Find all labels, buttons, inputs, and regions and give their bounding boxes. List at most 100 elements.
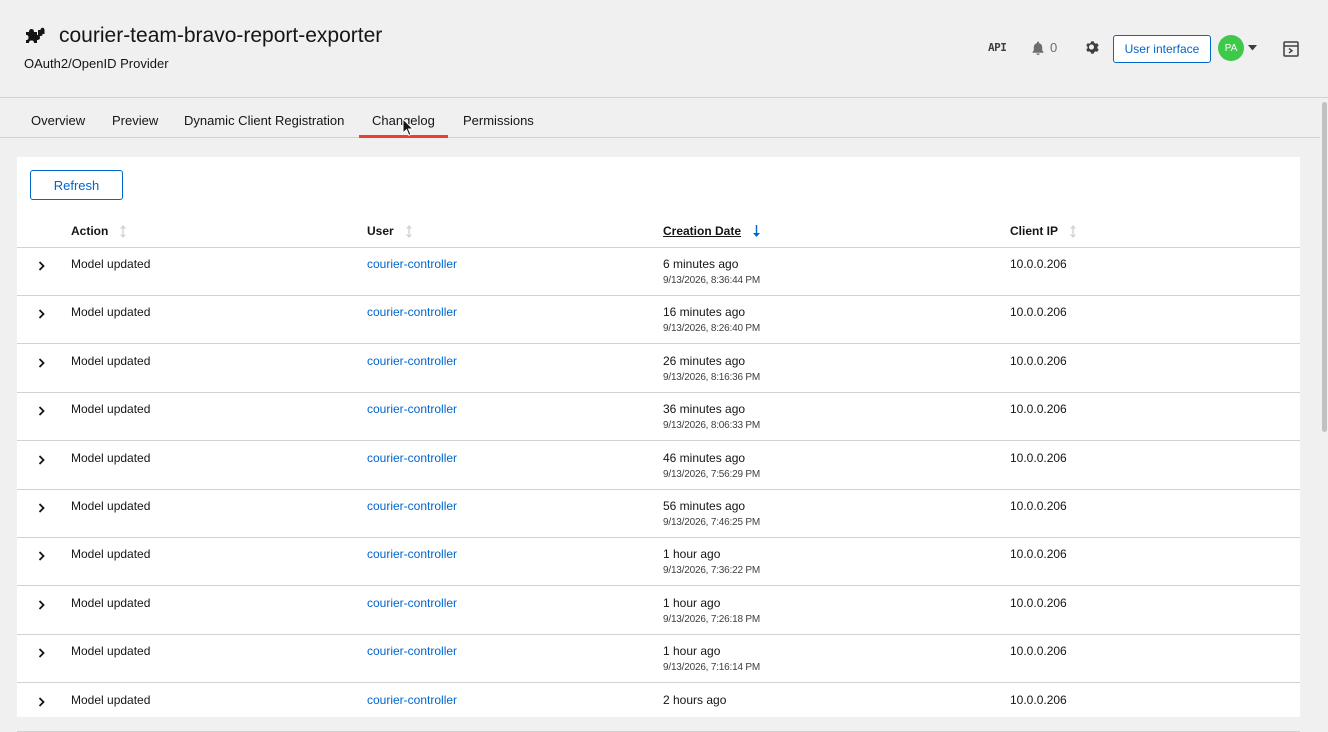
sort-descending-icon — [753, 225, 761, 237]
row-relative-time: 26 minutes ago — [663, 353, 746, 368]
sort-icon — [405, 224, 412, 238]
row-relative-time: 6 minutes ago — [663, 257, 739, 271]
row-action: Model updated — [71, 450, 151, 465]
column-header-label: User — [367, 224, 394, 238]
row-timestamp: 9/13/2026, 7:36:22 PM — [663, 565, 760, 577]
row-timestamp: 9/13/2026, 8:16:36 PM — [663, 371, 760, 383]
row-user-link[interactable]: courier-controller — [367, 451, 457, 465]
sort-icon — [120, 224, 127, 238]
chevron-right-icon[interactable] — [38, 261, 46, 271]
row-timestamp: 9/13/2026, 8:06:33 PM — [663, 420, 760, 432]
user-interface-button[interactable]: User interface — [1113, 35, 1211, 63]
mouse-cursor-icon — [402, 118, 414, 136]
row-client-ip: 10.0.0.206 — [1010, 257, 1067, 271]
user-menu-toggle[interactable]: PA — [1218, 35, 1257, 61]
table-row: Model updated courier-controller 56 minute… — [17, 490, 1300, 538]
page-subtitle: OAuth2/OpenID Provider — [24, 56, 169, 71]
table-row: Model updated courier-controller 6 minutes… — [17, 248, 1300, 296]
row-action: Model updated — [71, 353, 151, 368]
row-user-link[interactable]: courier-controller — [367, 305, 457, 319]
row-action: Model updated — [71, 547, 151, 562]
row-client-ip: 10.0.0.206 — [1010, 353, 1067, 368]
column-header-user[interactable]: User — [367, 224, 412, 238]
tab-preview[interactable]: Preview — [112, 98, 158, 138]
row-action: Model updated — [71, 692, 151, 707]
table-row: Model updated courier-controller 26 minute… — [17, 345, 1300, 393]
changelog-panel: Refresh Action User Creation Date Client… — [17, 157, 1300, 732]
table-row: Model updated courier-controller 36 minute… — [17, 393, 1300, 442]
sort-icon — [1070, 224, 1077, 238]
row-action: Model updated — [71, 402, 151, 417]
row-action: Model updated — [71, 499, 151, 513]
row-action: Model updated — [71, 305, 151, 320]
api-icon[interactable]: API — [988, 41, 1007, 54]
row-action: Model updated — [71, 595, 151, 610]
tab-dynamic-client-registration[interactable]: Dynamic Client Registration — [184, 98, 344, 138]
row-user-link[interactable]: courier-controller — [367, 402, 457, 416]
tab-bar: Overview Preview Dynamic Client Registra… — [0, 98, 1320, 138]
tab-overview[interactable]: Overview — [31, 98, 85, 138]
chevron-right-icon[interactable] — [38, 309, 46, 320]
row-relative-time: 56 minutes ago — [663, 499, 746, 513]
page-header: courier-team-bravo-report-exporter OAuth… — [0, 0, 1328, 98]
row-user-link[interactable]: courier-controller — [367, 596, 457, 610]
row-user-link[interactable]: courier-controller — [367, 354, 457, 368]
page-title: courier-team-bravo-report-exporter — [59, 24, 383, 47]
column-header-client-ip[interactable]: Client IP — [1010, 224, 1077, 238]
gear-icon[interactable] — [1085, 40, 1100, 55]
bell-icon — [1032, 41, 1044, 55]
tab-permissions[interactable]: Permissions — [463, 98, 534, 138]
row-timestamp: 9/13/2026, 8:26:40 PM — [663, 323, 760, 335]
title-row: courier-team-bravo-report-exporter — [24, 24, 382, 48]
row-client-ip: 10.0.0.206 — [1010, 547, 1067, 562]
column-header-label: Action — [71, 224, 109, 238]
table-row: Model updated courier-controller 46 minute… — [17, 442, 1300, 490]
row-client-ip: 10.0.0.206 — [1010, 305, 1067, 320]
puzzle-icon — [26, 27, 45, 43]
row-timestamp: 9/13/2026, 8:36:44 PM — [663, 275, 760, 286]
chevron-right-icon[interactable] — [38, 503, 46, 513]
chevron-right-icon[interactable] — [38, 454, 46, 465]
row-action: Model updated — [71, 644, 151, 659]
chevron-right-icon[interactable] — [38, 406, 46, 416]
chevron-right-icon[interactable] — [38, 648, 46, 658]
row-client-ip: 10.0.0.206 — [1010, 402, 1067, 417]
row-action: Model updated — [71, 257, 151, 271]
notification-drawer-icon[interactable] — [1283, 41, 1299, 57]
avatar: PA — [1218, 35, 1244, 61]
row-relative-time: 16 minutes ago — [663, 305, 746, 320]
table-row: Model updated courier-controller 1 hour ag… — [17, 635, 1300, 684]
scrollbar-thumb[interactable] — [1322, 102, 1327, 432]
notifications-button[interactable]: 0 — [1032, 40, 1057, 55]
chevron-right-icon[interactable] — [38, 696, 46, 707]
refresh-button[interactable]: Refresh — [30, 170, 123, 200]
row-relative-time: 2 hours ago — [663, 692, 727, 707]
row-client-ip: 10.0.0.206 — [1010, 595, 1067, 610]
row-relative-time: 46 minutes ago — [663, 450, 746, 465]
row-client-ip: 10.0.0.206 — [1010, 499, 1067, 513]
notification-count: 0 — [1050, 40, 1058, 55]
chevron-right-icon[interactable] — [38, 600, 46, 610]
row-client-ip: 10.0.0.206 — [1010, 644, 1067, 659]
row-timestamp: 9/13/2026, 7:16:14 PM — [663, 662, 760, 674]
column-header-label: Creation Date — [663, 224, 742, 238]
table-row: Model updated courier-controller 16 minute… — [17, 296, 1300, 345]
row-timestamp: 9/13/2026, 7:46:25 PM — [663, 517, 760, 528]
row-user-link[interactable]: courier-controller — [367, 547, 457, 561]
row-user-link[interactable]: courier-controller — [367, 693, 457, 707]
row-relative-time: 36 minutes ago — [663, 402, 746, 417]
column-header-creation-date[interactable]: Creation Date — [663, 224, 761, 238]
chevron-right-icon[interactable] — [38, 551, 46, 562]
row-user-link[interactable]: courier-controller — [367, 644, 457, 658]
table-row: Model updated courier-controller 1 hour ag… — [17, 587, 1300, 635]
table-row: Model updated courier-controller 2 hours a… — [17, 684, 1300, 732]
caret-down-icon — [1248, 45, 1257, 51]
chevron-right-icon[interactable] — [38, 358, 46, 368]
row-user-link[interactable]: courier-controller — [367, 257, 457, 271]
row-timestamp: 9/13/2026, 7:56:29 PM — [663, 468, 760, 480]
row-relative-time: 1 hour ago — [663, 644, 721, 659]
row-client-ip: 10.0.0.206 — [1010, 450, 1067, 465]
column-header-action[interactable]: Action — [71, 224, 127, 238]
column-header-label: Client IP — [1010, 224, 1059, 238]
row-user-link[interactable]: courier-controller — [367, 499, 457, 513]
